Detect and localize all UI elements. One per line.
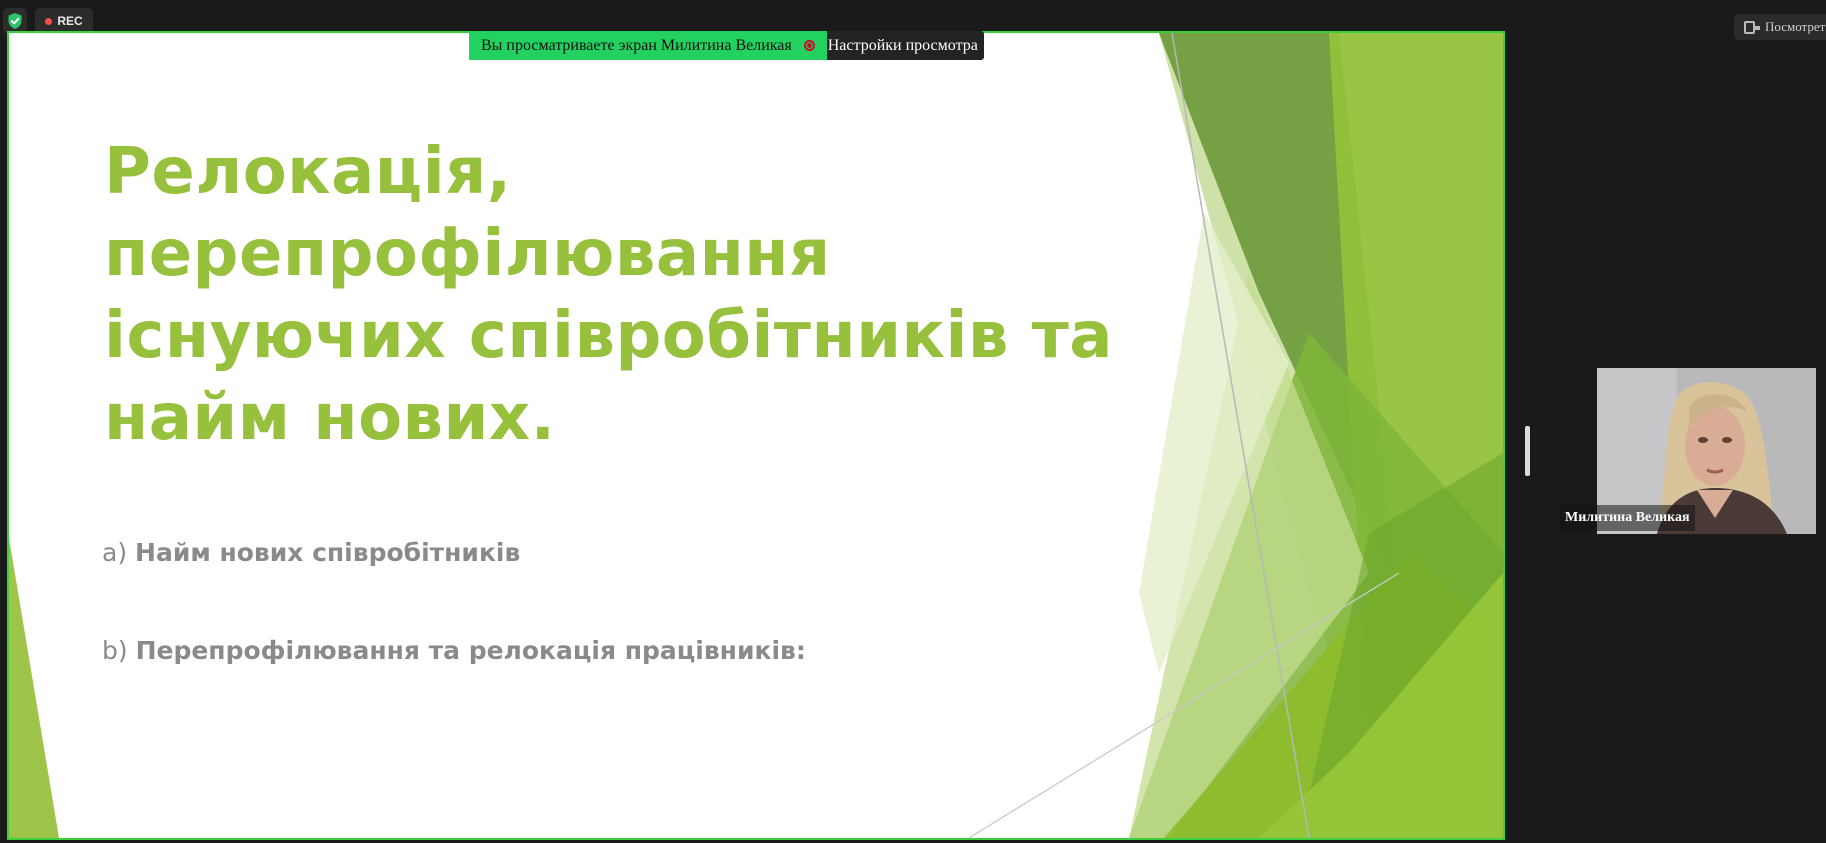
bullet-b-marker: b) [102, 636, 128, 665]
bullet-a-marker: a) [102, 538, 128, 567]
bullet-a: a) Найм нових співробітників [102, 538, 520, 567]
recording-indicator-icon [803, 40, 815, 51]
participant-name-label: Милитина Великая [1560, 505, 1695, 531]
bullet-b-text: Перепрофілювання та релокація працівникі… [135, 636, 806, 665]
screen-share-banner: Вы просматриваете экран Милитина Великая… [469, 31, 984, 60]
view-settings-button[interactable]: Настройки просмотра [826, 31, 984, 60]
record-dot-icon [45, 17, 53, 25]
bullet-b: b) Перепрофілювання та релокація працівн… [102, 636, 806, 665]
banner-text: Вы просматриваете экран Милитина Великая [481, 36, 792, 54]
view-options-button[interactable]: Посмотреть [1734, 14, 1826, 40]
bullet-a-text: Найм нових співробітників [135, 538, 521, 567]
shared-screen: Релокація, перепрофілювання існуючих спі… [7, 31, 1505, 840]
recording-label: REC [57, 14, 83, 28]
shield-check-icon [8, 13, 22, 29]
view-button-label: Посмотреть [1765, 19, 1826, 34]
slide-title: Релокація, перепрофілювання існуючих спі… [104, 135, 1113, 455]
view-layout-icon [1744, 20, 1760, 34]
panel-resize-handle[interactable] [1525, 426, 1530, 476]
view-settings-label: Настройки просмотра [827, 36, 978, 54]
banner-status: Вы просматриваете экран Милитина Великая [469, 31, 827, 60]
